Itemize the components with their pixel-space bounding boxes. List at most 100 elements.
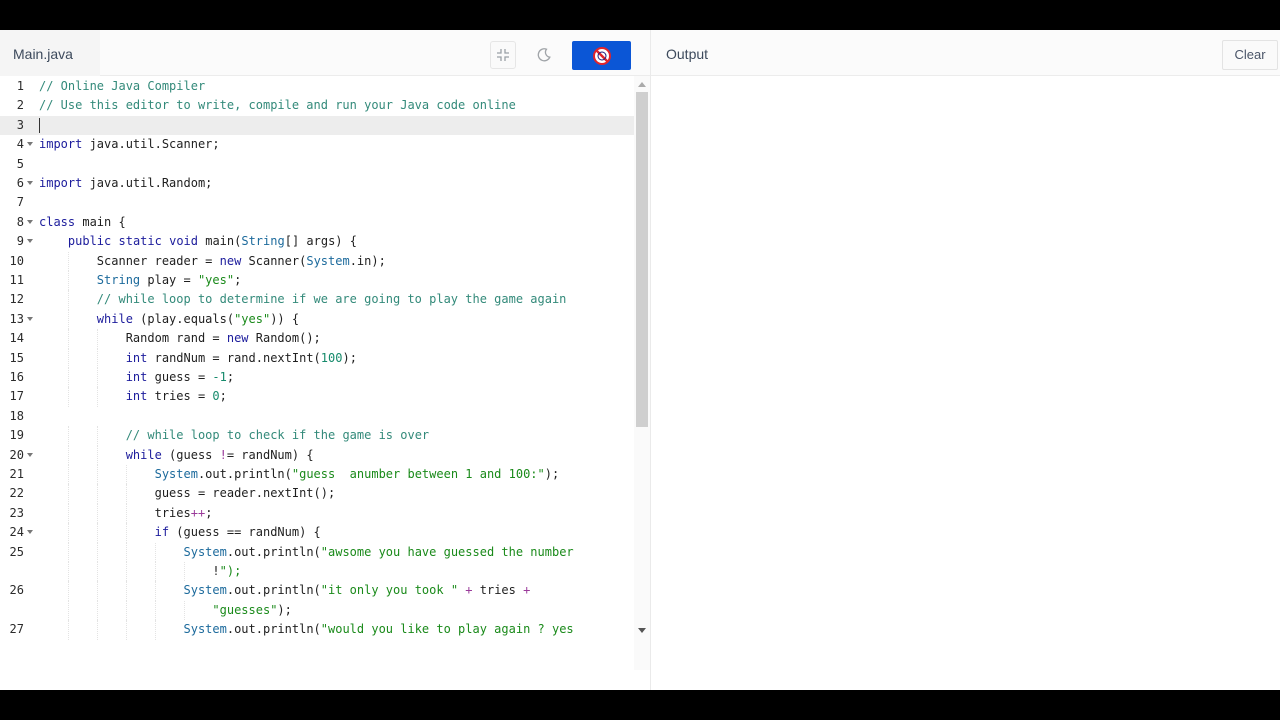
code-text: class main { <box>39 214 126 229</box>
line-number: 14 <box>9 331 24 346</box>
line-number: 19 <box>9 428 24 443</box>
line-number: 5 <box>16 156 24 171</box>
fold-arrow-icon[interactable] <box>27 452 33 457</box>
scroll-down-arrow[interactable] <box>638 628 646 633</box>
fold-arrow-icon[interactable] <box>27 530 33 535</box>
fullscreen-button[interactable] <box>490 41 516 69</box>
moon-icon <box>537 48 551 62</box>
file-tab-main-java[interactable]: Main.java <box>0 30 100 76</box>
code-line[interactable]: 14 Random rand = new Random(); <box>0 329 634 349</box>
code-text: String play = "yes"; <box>96 273 242 287</box>
fold-arrow-icon[interactable] <box>27 181 33 185</box>
code-line[interactable]: 5 <box>0 155 634 174</box>
scroll-up-arrow[interactable] <box>638 82 646 87</box>
code-text: while (play.equals("yes")) { <box>96 311 300 326</box>
code-line[interactable]: 2 // Use this editor to write, compile an… <box>0 96 634 115</box>
line-number: 22 <box>9 486 24 501</box>
code-text: // Online Java Compiler <box>39 79 206 93</box>
line-number: 7 <box>16 195 24 210</box>
line-number: 25 <box>9 544 24 559</box>
code-line[interactable]: "guesses"); <box>0 600 634 621</box>
code-line[interactable]: 8 class main { <box>0 213 634 232</box>
editor-scrollbar[interactable] <box>634 76 650 670</box>
code-text: if (guess == randNum) { <box>154 525 321 540</box>
line-number: 26 <box>9 583 24 598</box>
fold-arrow-icon[interactable] <box>27 142 33 147</box>
code-line[interactable]: 22 guess = reader.nextInt(); <box>0 484 634 504</box>
scroll-thumb[interactable] <box>636 92 648 427</box>
editor-pane: Main.java 1// Online Java Compiler 2// U… <box>0 30 650 690</box>
code-editor[interactable]: 1 // Online Java Compiler 2 // Use this edi… <box>0 76 650 690</box>
code-line[interactable]: 24 if (guess == randNum) { <box>0 523 634 543</box>
code-line[interactable]: 10 Scanner reader = new Scanner(System.i… <box>0 251 634 271</box>
line-number: 9 <box>16 234 24 249</box>
code-text: public static void main(String[] args) { <box>67 234 357 249</box>
fullscreen-exit-icon <box>497 49 509 61</box>
code-text: Random rand = new Random(); <box>39 331 321 346</box>
line-number: 11 <box>9 273 24 287</box>
code-text: while (guess != randNum) { <box>125 447 314 462</box>
online-java-compiler: Main.java 1// Online Java Compiler 2// U… <box>0 30 1280 690</box>
line-number: 2 <box>16 98 24 113</box>
code-line[interactable]: 27 System.out.println("would you like to… <box>0 620 634 640</box>
editor-toolbar: Main.java <box>0 30 650 76</box>
code-line[interactable]: 6 import java.util.Random; <box>0 174 634 193</box>
line-number: 18 <box>9 408 24 423</box>
output-pane: Output Clear <box>650 30 1280 690</box>
line-number: 27 <box>9 622 24 637</box>
code-text: System.out.println("would you like to pl… <box>183 622 574 637</box>
line-number: 1 <box>16 79 24 93</box>
line-number: 15 <box>9 350 24 365</box>
fold-arrow-icon[interactable] <box>27 219 33 224</box>
output-header: Output Clear <box>651 30 1280 76</box>
run-button[interactable] <box>572 41 631 70</box>
line-number: 3 <box>16 117 24 132</box>
line-number: 13 <box>9 311 24 326</box>
line-number: 23 <box>9 505 24 520</box>
code-line[interactable]: 20 while (guess != randNum) { <box>0 445 634 465</box>
code-text: // Use this editor to write, compile and… <box>39 98 516 113</box>
code-line[interactable]: 15 int randNum = rand.nextInt(100); <box>0 348 634 368</box>
clear-button[interactable]: Clear <box>1222 40 1278 70</box>
stop-icon <box>592 46 611 65</box>
line-number: 21 <box>9 467 24 481</box>
code-line[interactable]: 19 // while loop to check if the game is… <box>0 426 634 446</box>
line-number: 6 <box>16 176 24 190</box>
code-text: guess = reader.nextInt(); <box>39 486 336 501</box>
code-line[interactable]: 25 System.out.println("awsome you have g… <box>0 542 634 562</box>
code-text: import java.util.Random; <box>39 176 213 190</box>
code-line[interactable]: 12 // while loop to determine if we are … <box>0 290 634 310</box>
code-text: // while loop to determine if we are goi… <box>96 292 567 307</box>
code-line[interactable]: !"); <box>0 562 634 582</box>
line-number: 16 <box>9 370 24 384</box>
code-line[interactable]: 16 int guess = -1; <box>0 368 634 388</box>
code-line[interactable]: 21 System.out.println("guess anumber bet… <box>0 465 634 485</box>
fold-arrow-icon[interactable] <box>27 316 33 321</box>
line-number: 12 <box>9 292 24 307</box>
code-text: "guesses"); <box>212 602 292 617</box>
line-number: 24 <box>9 525 24 540</box>
line-number: 4 <box>16 137 24 152</box>
code-line[interactable]: 17 int tries = 0; <box>0 387 634 407</box>
code-line[interactable]: 23 tries++; <box>0 503 634 524</box>
fold-arrow-icon[interactable] <box>27 239 33 244</box>
code-line[interactable]: 7 <box>0 193 634 212</box>
code-line[interactable]: 1 // Online Java Compiler <box>0 77 634 96</box>
code-line[interactable]: 11 String play = "yes"; <box>0 271 634 291</box>
theme-toggle-button[interactable] <box>531 41 557 69</box>
line-number: 17 <box>9 389 24 404</box>
code-text: System.out.println("guess anumber betwee… <box>154 467 560 481</box>
line-number: 20 <box>9 447 24 462</box>
code-line[interactable]: 26 System.out.println("it only you took … <box>0 581 634 601</box>
code-text: System.out.println("awsome you have gues… <box>183 544 574 559</box>
line-number: 8 <box>16 214 24 229</box>
code-line[interactable]: 13 while (play.equals("yes")) { <box>0 309 634 330</box>
code-line[interactable]: 9 public static void main(String[] args)… <box>0 232 634 251</box>
code-text: import java.util.Scanner; <box>39 137 220 152</box>
code-text: Scanner reader = new Scanner(System.in); <box>39 253 386 268</box>
code-line[interactable]: 3 <box>0 115 634 136</box>
code-line[interactable]: 18 <box>0 407 634 426</box>
code-text: int guess = -1; <box>125 370 235 384</box>
code-line[interactable]: 4 import java.util.Scanner; <box>0 135 634 154</box>
code-text: tries++; <box>39 505 213 520</box>
